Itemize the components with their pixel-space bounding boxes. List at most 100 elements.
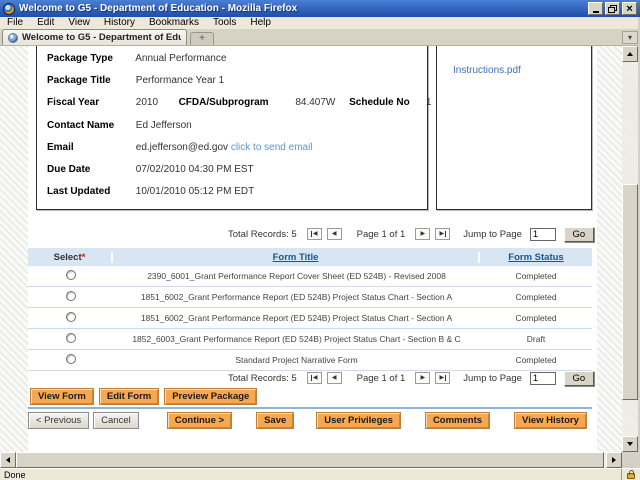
email-row: Email ed.jefferson@ed.gov click to send … [47, 142, 427, 164]
last-updated-label: Last Updated [47, 186, 133, 197]
table-header-row: Select* Form Title Form Status [28, 248, 592, 266]
close-button[interactable]: × [622, 2, 637, 15]
edit-form-button[interactable]: Edit Form [99, 388, 159, 405]
view-history-button[interactable]: View History [514, 412, 587, 429]
form-title-sort-link[interactable]: Form Title [273, 252, 319, 263]
form-select-radio[interactable] [66, 333, 76, 343]
due-date-value: 07/02/2010 04:30 PM EST [136, 164, 254, 175]
first-page-button[interactable]: ◀ [307, 372, 322, 384]
save-button[interactable]: Save [256, 412, 294, 429]
firefox-icon [3, 3, 15, 15]
navigation-actions-row: < Previous Cancel Continue > Save User P… [28, 412, 587, 429]
next-page-button[interactable]: ▶ [415, 228, 430, 240]
fiscal-year-row: Fiscal Year 2010 CFDA/Subprogram 84.407W… [47, 97, 427, 119]
form-status-sort-link[interactable]: Form Status [508, 252, 563, 263]
go-button[interactable]: Go [564, 227, 594, 242]
contact-name-value: Ed Jefferson [136, 120, 192, 131]
tab-title: Welcome to G5 - Department of Edu... [22, 32, 181, 43]
form-select-radio[interactable] [66, 312, 76, 322]
table-row: 2390_6001_Grant Performance Report Cover… [28, 266, 592, 287]
arrow-up-icon [627, 52, 633, 56]
form-select-radio[interactable] [66, 291, 76, 301]
new-tab-button[interactable]: + [190, 32, 214, 45]
form-status-cell: Completed [480, 271, 592, 281]
next-page-button[interactable]: ▶ [415, 372, 430, 384]
form-status-cell: Draft [480, 334, 592, 344]
total-records-label: Total Records: 5 [228, 373, 297, 384]
go-button[interactable]: Go [564, 371, 594, 386]
last-page-button[interactable]: ▶ [435, 372, 450, 384]
email-label: Email [47, 142, 133, 153]
preview-package-button[interactable]: Preview Package [164, 388, 257, 405]
page-viewport: Package Type Annual Performance Package … [0, 46, 622, 452]
table-row: Standard Project Narrative Form Complete… [28, 350, 592, 371]
package-title-label: Package Title [47, 75, 133, 86]
minimize-button[interactable] [588, 2, 603, 15]
due-date-label: Due Date [47, 164, 133, 175]
vertical-scroll-thumb[interactable] [622, 184, 638, 400]
active-tab[interactable]: Welcome to G5 - Department of Edu... [2, 29, 187, 45]
security-indicator[interactable] [621, 469, 640, 480]
previous-button[interactable]: < Previous [28, 412, 89, 429]
menu-bookmarks[interactable]: Bookmarks [142, 17, 206, 29]
cancel-button[interactable]: Cancel [93, 412, 139, 429]
top-pager: Total Records: 5 ◀ ◀ Page 1 of 1 ▶ ▶ Jum… [228, 226, 594, 242]
globe-favicon-icon [8, 33, 18, 43]
form-title-cell: 1852_6003_Grant Performance Report (ED 5… [113, 334, 480, 344]
view-form-button[interactable]: View Form [30, 388, 94, 405]
jump-to-page-label: Jump to Page [463, 373, 522, 384]
menu-tools[interactable]: Tools [206, 17, 243, 29]
package-title-row: Package Title Performance Year 1 [47, 75, 427, 97]
instructions-pdf-link[interactable]: Instructions.pdf [453, 65, 521, 76]
scroll-up-button[interactable] [622, 46, 638, 62]
send-email-link[interactable]: click to send email [231, 142, 313, 153]
contact-name-row: Contact Name Ed Jefferson [47, 120, 427, 142]
scroll-left-button[interactable] [0, 452, 16, 468]
form-status-column-header: Form Status [480, 252, 592, 263]
list-all-tabs-button[interactable]: ▾ [622, 31, 638, 44]
last-updated-row: Last Updated 10/01/2010 05:12 PM EDT [47, 186, 427, 208]
forms-table: Select* Form Title Form Status 2390_6001… [28, 248, 592, 371]
required-asterisk: * [82, 252, 86, 263]
horizontal-scroll-thumb[interactable] [16, 452, 604, 468]
menu-history[interactable]: History [97, 17, 142, 29]
first-page-button[interactable]: ◀ [307, 228, 322, 240]
menu-view[interactable]: View [61, 17, 97, 29]
form-title-cell: Standard Project Narrative Form [113, 355, 480, 365]
form-select-radio[interactable] [66, 354, 76, 364]
contact-name-label: Contact Name [47, 120, 133, 131]
menu-file[interactable]: File [0, 17, 30, 29]
jump-to-page-input[interactable] [530, 228, 556, 241]
form-title-cell: 1851_6002_Grant Performance Report (ED 5… [113, 292, 480, 302]
fiscal-year-label: Fiscal Year [47, 97, 133, 108]
arrow-down-icon [627, 442, 633, 446]
close-icon: × [626, 4, 632, 14]
select-column-header: Select* [28, 252, 113, 263]
arrow-left-icon [6, 457, 10, 463]
status-bar: Done [0, 468, 640, 480]
menu-edit[interactable]: Edit [30, 17, 61, 29]
fiscal-year-value: 2010 [136, 97, 176, 108]
previous-page-button[interactable]: ◀ [327, 372, 342, 384]
browser-window: Welcome to G5 - Department of Education … [0, 0, 640, 480]
previous-page-button[interactable]: ◀ [327, 228, 342, 240]
arrow-right-icon [612, 457, 616, 463]
email-value: ed.jefferson@ed.gov [136, 142, 228, 153]
restore-button[interactable] [605, 2, 620, 15]
instructions-panel: Instructions.pdf [436, 46, 592, 210]
form-status-cell: Completed [480, 355, 592, 365]
scroll-right-button[interactable] [606, 452, 622, 468]
jump-to-page-input[interactable] [530, 372, 556, 385]
menu-help[interactable]: Help [243, 17, 278, 29]
horizontal-scrollbar[interactable] [0, 452, 622, 468]
vertical-scrollbar[interactable] [622, 46, 638, 452]
continue-button[interactable]: Continue > [167, 412, 232, 429]
scroll-down-button[interactable] [622, 436, 638, 452]
comments-button[interactable]: Comments [425, 412, 490, 429]
form-title-cell: 2390_6001_Grant Performance Report Cover… [113, 271, 480, 281]
table-row: 1852_6003_Grant Performance Report (ED 5… [28, 329, 592, 350]
user-privileges-button[interactable]: User Privileges [316, 412, 401, 429]
form-select-radio[interactable] [66, 270, 76, 280]
last-page-icon: ▶ [439, 231, 446, 237]
last-page-button[interactable]: ▶ [435, 228, 450, 240]
